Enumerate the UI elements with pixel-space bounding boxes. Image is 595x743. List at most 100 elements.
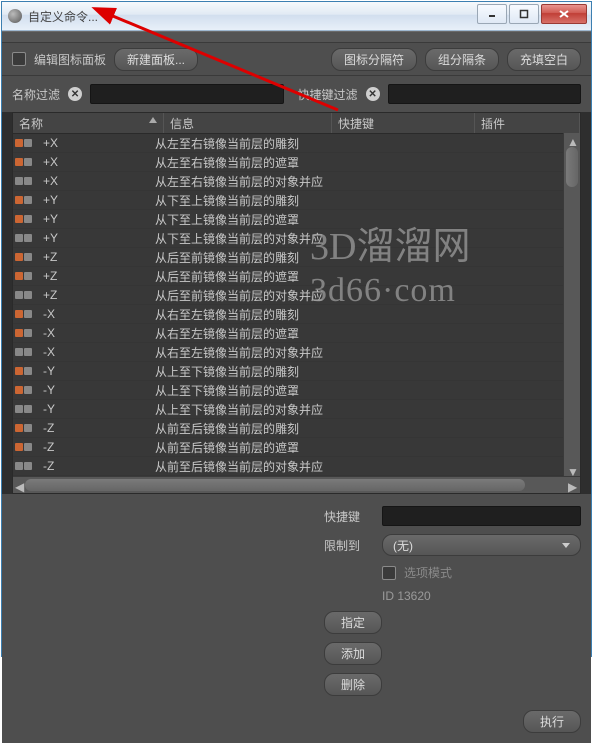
- toolbar: 编辑图标面板 新建面板... 图标分隔符 组分隔条 充填空白: [2, 43, 591, 76]
- row-icon: [24, 139, 32, 147]
- row-name: -Y: [41, 364, 155, 378]
- scroll-down-icon[interactable]: ▼: [567, 465, 577, 475]
- column-plugin[interactable]: 插件: [475, 113, 580, 133]
- restrict-label: 限制到: [324, 537, 374, 554]
- row-icon: [24, 253, 32, 261]
- row-icon: [24, 310, 32, 318]
- name-filter-label: 名称过滤: [12, 86, 60, 103]
- row-icon: [15, 291, 23, 299]
- shortcut-label: 快捷键: [324, 508, 374, 525]
- row-info: 从后至前镜像当前层的对象并应: [155, 287, 455, 304]
- row-icon: [15, 196, 23, 204]
- horizontal-scrollbar[interactable]: ◀ ▶: [13, 476, 580, 493]
- table-row[interactable]: -X从右至左镜像当前层的雕刻: [13, 305, 580, 324]
- table-row[interactable]: -Y从上至下镜像当前层的对象并应: [13, 400, 580, 419]
- row-icon: [15, 253, 23, 261]
- table-row[interactable]: +Y从下至上镜像当前层的对象并应: [13, 229, 580, 248]
- close-button[interactable]: [541, 4, 587, 24]
- table-row[interactable]: -Z从前至后镜像当前层的雕刻: [13, 419, 580, 438]
- row-info: 从前至后镜像当前层的雕刻: [155, 420, 455, 437]
- row-icon: [24, 272, 32, 280]
- window-frame: 自定义命令... 编辑图标面板 新建面板... 图标分隔符 组分隔条 充填空白 …: [1, 1, 592, 657]
- row-info: 从后至前镜像当前层的遮罩: [155, 268, 455, 285]
- column-shortcut[interactable]: 快捷键: [332, 113, 475, 133]
- column-name-label: 名称: [19, 117, 43, 131]
- assign-button[interactable]: 指定: [324, 611, 382, 634]
- app-icon: [8, 9, 22, 23]
- shortcut-input[interactable]: [382, 506, 581, 526]
- table-row[interactable]: +Y从下至上镜像当前层的遮罩: [13, 210, 580, 229]
- restrict-dropdown[interactable]: (无): [382, 534, 581, 556]
- shortcut-filter-input[interactable]: [388, 84, 581, 104]
- table-row[interactable]: +X从左至右镜像当前层的遮罩: [13, 153, 580, 172]
- remove-button[interactable]: 删除: [324, 673, 382, 696]
- command-id-label: ID 13620: [324, 589, 581, 603]
- table-row[interactable]: +Y从下至上镜像当前层的雕刻: [13, 191, 580, 210]
- detail-panel: 快捷键 限制到 (无) 选项模式 ID 13620 指定 添加 删除: [2, 494, 591, 706]
- row-icon: [15, 215, 23, 223]
- table-row[interactable]: +Z从后至前镜像当前层的对象并应: [13, 286, 580, 305]
- table-row[interactable]: -X从右至左镜像当前层的对象并应: [13, 343, 580, 362]
- row-icons: [13, 348, 41, 356]
- row-icon: [24, 234, 32, 242]
- name-filter-input[interactable]: [90, 84, 283, 104]
- column-info[interactable]: 信息: [164, 113, 332, 133]
- row-icon: [15, 177, 23, 185]
- shortcut-filter-clear-icon[interactable]: ✕: [366, 87, 380, 101]
- shortcut-filter-label: 快捷键过滤: [298, 86, 358, 103]
- scroll-right-icon[interactable]: ▶: [568, 480, 578, 490]
- horizontal-scroll-thumb[interactable]: [25, 479, 525, 491]
- minimize-button[interactable]: [477, 4, 507, 24]
- new-panel-button[interactable]: 新建面板...: [114, 48, 198, 71]
- row-icon: [15, 462, 23, 470]
- table-row[interactable]: +X从左至右镜像当前层的雕刻: [13, 134, 580, 153]
- option-mode-checkbox[interactable]: [382, 566, 396, 580]
- row-icons: [13, 139, 41, 147]
- table-row[interactable]: +Z从后至前镜像当前层的雕刻: [13, 248, 580, 267]
- icon-separator-button[interactable]: 图标分隔符: [331, 48, 417, 71]
- table-row[interactable]: +X从左至右镜像当前层的对象并应: [13, 172, 580, 191]
- execute-button[interactable]: 执行: [523, 710, 581, 733]
- row-info: 从后至前镜像当前层的雕刻: [155, 249, 455, 266]
- row-info: 从上至下镜像当前层的雕刻: [155, 363, 455, 380]
- fill-blank-button[interactable]: 充填空白: [507, 48, 581, 71]
- row-icon: [15, 158, 23, 166]
- row-name: -X: [41, 307, 155, 321]
- row-icon: [24, 177, 32, 185]
- row-icon: [15, 310, 23, 318]
- scroll-up-icon[interactable]: ▲: [567, 135, 577, 145]
- name-filter-clear-icon[interactable]: ✕: [68, 87, 82, 101]
- table-row[interactable]: -Y从上至下镜像当前层的雕刻: [13, 362, 580, 381]
- row-icon: [15, 386, 23, 394]
- table-row[interactable]: +Z从后至前镜像当前层的遮罩: [13, 267, 580, 286]
- row-icon: [15, 443, 23, 451]
- row-name: +Z: [41, 250, 155, 264]
- row-info: 从上至下镜像当前层的对象并应: [155, 401, 455, 418]
- row-icon: [15, 348, 23, 356]
- row-icon: [24, 291, 32, 299]
- vertical-scroll-thumb[interactable]: [566, 147, 578, 187]
- row-icons: [13, 405, 41, 413]
- titlebar[interactable]: 自定义命令...: [2, 2, 591, 31]
- row-info: 从下至上镜像当前层的对象并应: [155, 230, 455, 247]
- grip-bar[interactable]: [2, 31, 591, 43]
- table-row[interactable]: -Z从前至后镜像当前层的遮罩: [13, 438, 580, 457]
- row-info: 从右至左镜像当前层的遮罩: [155, 325, 455, 342]
- table-row[interactable]: -Y从上至下镜像当前层的遮罩: [13, 381, 580, 400]
- vertical-scrollbar[interactable]: ▲ ▼: [563, 133, 580, 477]
- group-separator-button[interactable]: 组分隔条: [425, 48, 499, 71]
- maximize-button[interactable]: [509, 4, 539, 24]
- close-icon: [558, 9, 570, 19]
- row-icons: [13, 196, 41, 204]
- option-mode-label: 选项模式: [404, 564, 452, 581]
- scroll-left-icon[interactable]: ◀: [15, 480, 25, 490]
- row-icons: [13, 253, 41, 261]
- sort-indicator-icon: [149, 117, 157, 123]
- table-row[interactable]: -Z从前至后镜像当前层的对象并应: [13, 457, 580, 476]
- row-icon: [24, 196, 32, 204]
- edit-icon-panel-checkbox[interactable]: [12, 52, 26, 66]
- column-name[interactable]: 名称: [13, 113, 164, 133]
- row-icons: [13, 234, 41, 242]
- table-row[interactable]: -X从右至左镜像当前层的遮罩: [13, 324, 580, 343]
- add-button[interactable]: 添加: [324, 642, 382, 665]
